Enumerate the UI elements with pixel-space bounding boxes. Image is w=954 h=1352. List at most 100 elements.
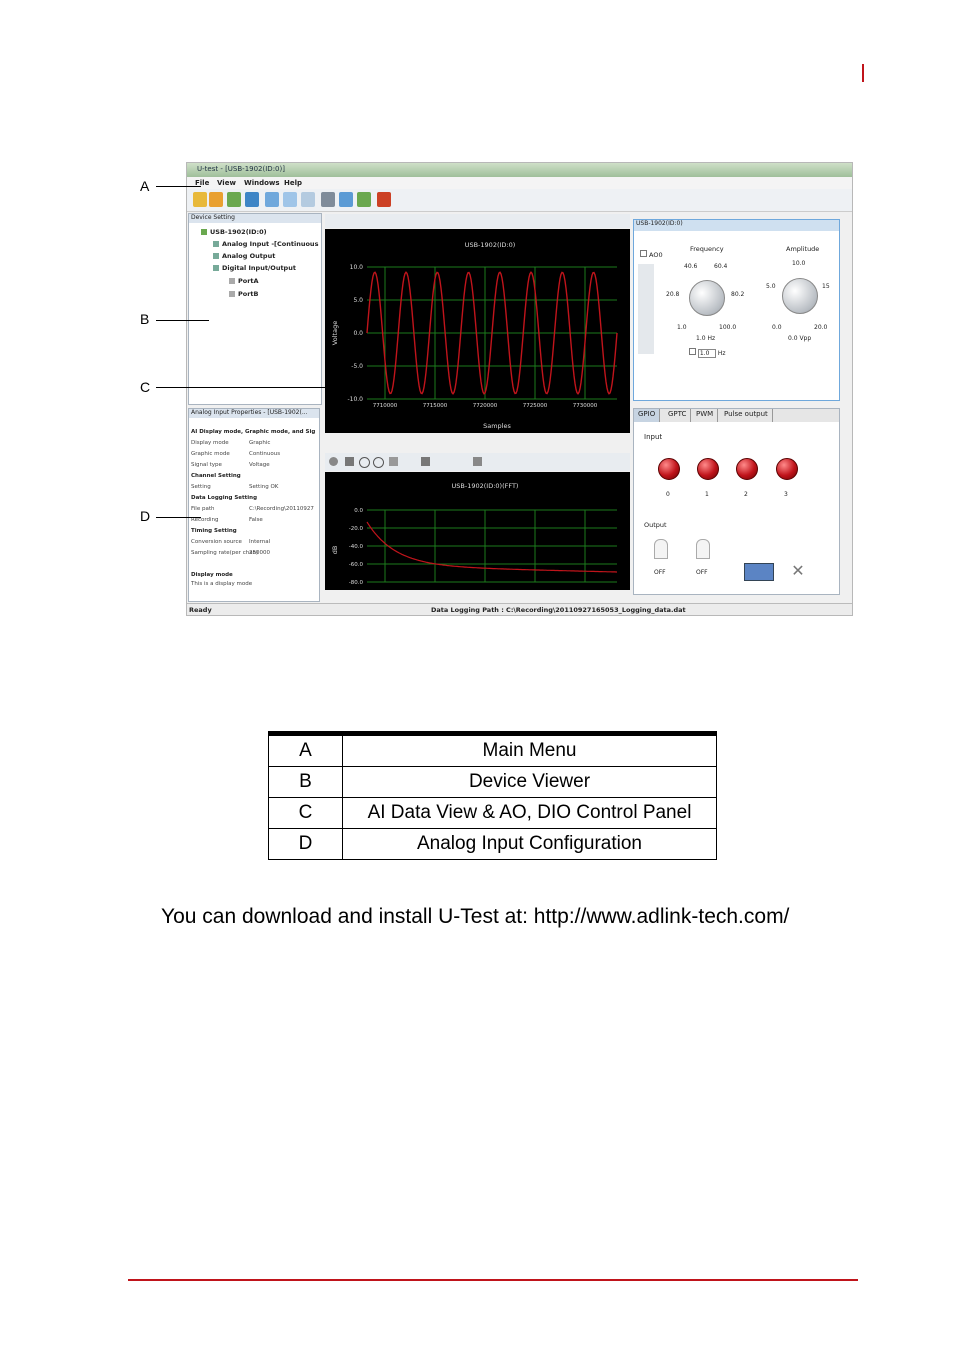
ao-channel-checkbox[interactable] [640,250,647,257]
open-folder-icon[interactable] [193,192,207,207]
output-switch-1[interactable] [696,539,710,559]
amplitude-label: Amplitude [786,245,820,253]
property-name: Conversion source [191,539,242,545]
y-tick-label: 0.0 [354,508,363,514]
port-icon [229,278,235,284]
property-name: Graphic mode [191,451,230,457]
download-paragraph: You can download and install U-Test at: … [161,905,790,928]
time-plot-svg: 10.0 5.0 0.0 -5.0 -10.0 7710000 7715000 7720000… [331,241,618,430]
settings-icon[interactable] [329,457,338,466]
frequency-knob[interactable] [689,280,725,316]
property-value: False [249,517,263,523]
legend-row: A Main Menu [268,733,717,767]
zoom-out-icon[interactable] [373,457,384,468]
amplitude-tick: 10.0 [792,260,806,267]
fft-plot: 0.0 -20.0 -40.0 -60.0 -80.0 USB-1902(ID:0)(FF… [325,472,630,590]
chart-icon[interactable] [339,192,353,207]
frequency-label: Frequency [690,245,724,253]
x-axis-label: Samples [483,422,511,430]
tree-item-analog-output[interactable]: Analog Output [213,252,275,260]
property-group[interactable]: AI Display mode, Graphic mode, and Sig [191,429,315,435]
property-value: C:\Recording\20110927 [249,506,314,512]
plot-title: USB-1902(ID:0)(FFT) [452,482,519,490]
input-led-0 [658,458,680,480]
frequency-checkbox[interactable] [689,348,696,355]
save-icon[interactable] [209,192,223,207]
x-tick-label: 7730000 [573,403,598,409]
status-logging-path: Data Logging Path : C:\Recording\2011092… [431,606,686,614]
cursor-icon[interactable] [389,457,398,466]
property-row[interactable]: Graphic mode Continuous [191,451,280,457]
amplitude-tick: 5.0 [766,283,776,290]
exit-icon[interactable] [377,192,391,207]
property-group[interactable]: Data Logging Setting [191,495,257,501]
menu-view[interactable]: View [217,179,236,187]
frequency-input[interactable]: 1.0 [697,349,716,358]
tree-item-digital-io[interactable]: Digital Input/Output [213,264,296,272]
property-row[interactable]: Signal type Voltage [191,462,270,468]
waveform-selector[interactable] [638,264,654,354]
y-tick-label: -20.0 [349,526,364,532]
print-icon[interactable] [473,457,482,466]
ao-control-panel: USB-1902(ID:0) AO0 Frequency 40.6 60.4 2… [633,219,840,401]
tab-pwm[interactable]: PWM [692,409,719,422]
property-value: Setting OK [249,484,279,490]
refresh-icon[interactable] [245,192,259,207]
port-icon [229,291,235,297]
legend-description: Analog Input Configuration [342,828,717,860]
tile-windows-icon[interactable] [265,192,279,207]
apply-icon[interactable] [744,563,774,581]
menu-help[interactable]: Help [284,179,302,187]
x-tick-label: 7715000 [423,403,448,409]
frequency-tick: 100.0 [719,324,737,331]
property-row[interactable]: File path C:\Recording\20110927 [191,506,314,512]
amplitude-knob[interactable] [782,278,818,314]
tab-pulse-output[interactable]: Pulse output [720,409,773,422]
input-channel-label: 0 [666,491,670,498]
callout-c: C [140,379,151,395]
layout-horizontal-icon[interactable] [283,192,297,207]
device-icon[interactable] [357,192,371,207]
legend-row: C AI Data View & AO, DIO Control Panel [268,797,717,829]
output-switch-0[interactable] [654,539,668,559]
tree-item-porta[interactable]: PortA [229,277,259,285]
crosshair-icon[interactable] [421,457,430,466]
frequency-tick: 60.4 [714,263,728,270]
status-bar: Ready Data Logging Path : C:\Recording\2… [187,603,852,615]
frequency-value: 1.0 Hz [696,335,716,342]
property-name: Data Logging Setting [191,495,258,501]
tree-item-analog-input[interactable]: Analog Input -[Continuous [213,240,318,248]
tools-icon[interactable] [321,192,335,207]
property-row[interactable]: Conversion source Internal [191,539,270,545]
clear-icon[interactable]: ✕ [784,563,812,579]
property-value: Graphic [249,440,271,446]
property-row[interactable]: Sampling rate(per chan) 250000 [191,550,270,556]
time-domain-plot: 10.0 5.0 0.0 -5.0 -10.0 7710000 7715000 7720000… [325,229,630,433]
layout-vertical-icon[interactable] [301,192,315,207]
property-group[interactable]: Timing Setting [191,528,237,534]
ao-panel-title: USB-1902(ID:0) [634,220,839,231]
property-name: Signal type [191,462,222,468]
input-led-2 [736,458,758,480]
ao-channel-label: AO0 [640,250,663,259]
tree-item-portb[interactable]: PortB [229,290,259,298]
zoom-in-icon[interactable] [359,457,370,468]
tree-item-device[interactable]: USB-1902(ID:0) [201,228,267,236]
tab-gpio[interactable]: GPIO [634,409,661,422]
x-tick-label: 7720000 [473,403,498,409]
legend-key: C [268,797,343,829]
callout-a-line [156,186,201,187]
utest-screenshot: U-test - [USB-1902(ID:0)] File View Wind… [186,162,853,616]
pan-icon[interactable] [345,457,354,466]
menu-windows[interactable]: Windows [244,179,280,187]
download-icon[interactable] [227,192,241,207]
property-group[interactable]: Channel Setting [191,473,241,479]
channel-icon [213,241,219,247]
property-row[interactable]: Display mode Graphic [191,440,270,446]
status-ready: Ready [189,606,212,614]
frequency-input-group: 1.0 Hz [689,348,726,358]
property-row[interactable]: Setting Setting OK [191,484,278,490]
tab-gptc[interactable]: GPTC [664,409,692,422]
legend-description: Main Menu [342,733,717,767]
legend-row: D Analog Input Configuration [268,828,717,860]
